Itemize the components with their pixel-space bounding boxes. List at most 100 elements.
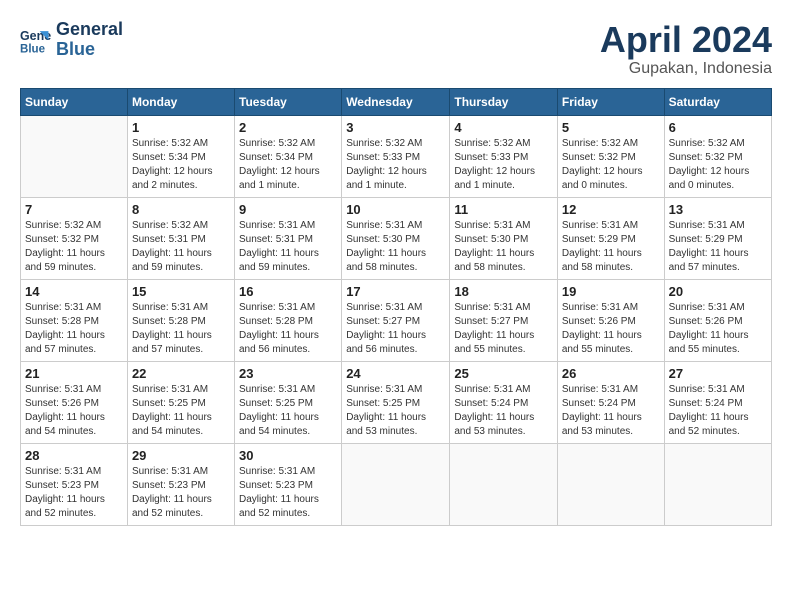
calendar-week-row: 14 Sunrise: 5:31 AMSunset: 5:28 PMDayligh… <box>21 279 772 361</box>
calendar-cell: 4 Sunrise: 5:32 AMSunset: 5:33 PMDaylight… <box>450 115 558 197</box>
day-number: 17 <box>346 284 445 299</box>
calendar-cell: 6Sunrise: 5:32 AMSunset: 5:32 PMDaylight… <box>664 115 771 197</box>
page-header: General Blue General Blue April 2024 Gup… <box>20 20 772 78</box>
col-header-thursday: Thursday <box>450 88 558 115</box>
logo-text-blue: Blue <box>56 40 123 60</box>
day-number: 9 <box>239 202 337 217</box>
calendar-cell: 22 Sunrise: 5:31 AMSunset: 5:25 PMDayligh… <box>127 361 234 443</box>
day-info: Sunrise: 5:31 AMSunset: 5:30 PMDaylight:… <box>454 219 553 275</box>
calendar-cell: 24 Sunrise: 5:31 AMSunset: 5:25 PMDayligh… <box>342 361 450 443</box>
day-info: Sunrise: 5:31 AMSunset: 5:24 PMDaylight:… <box>454 383 553 439</box>
calendar-cell: 19 Sunrise: 5:31 AMSunset: 5:26 PMDayligh… <box>557 279 664 361</box>
calendar-cell: 1Sunrise: 5:32 AMSunset: 5:34 PMDaylight… <box>127 115 234 197</box>
calendar-cell: 12 Sunrise: 5:31 AMSunset: 5:29 PMDayligh… <box>557 197 664 279</box>
logo-icon: General Blue <box>20 24 52 56</box>
day-info: Sunrise: 5:31 AMSunset: 5:31 PMDaylight:… <box>239 219 337 275</box>
day-number: 19 <box>562 284 660 299</box>
calendar-cell <box>664 443 771 525</box>
day-number: 16 <box>239 284 337 299</box>
day-info: Sunrise: 5:31 AMSunset: 5:29 PMDaylight:… <box>669 219 767 275</box>
calendar-cell: 25 Sunrise: 5:31 AMSunset: 5:24 PMDayligh… <box>450 361 558 443</box>
day-info: Sunrise: 5:31 AMSunset: 5:23 PMDaylight:… <box>132 465 230 521</box>
day-info: Sunrise: 5:31 AMSunset: 5:25 PMDaylight:… <box>346 383 445 439</box>
day-number: 12 <box>562 202 660 217</box>
day-number: 28 <box>25 448 123 463</box>
day-info: Sunrise: 5:32 AMSunset: 5:34 PMDaylight:… <box>239 137 337 193</box>
col-header-friday: Friday <box>557 88 664 115</box>
day-info: Sunrise: 5:31 AMSunset: 5:28 PMDaylight:… <box>239 301 337 357</box>
day-info: Sunrise: 5:31 AMSunset: 5:28 PMDaylight:… <box>132 301 230 357</box>
calendar-cell: 26 Sunrise: 5:31 AMSunset: 5:24 PMDayligh… <box>557 361 664 443</box>
calendar-cell: 20Sunrise: 5:31 AMSunset: 5:26 PMDayligh… <box>664 279 771 361</box>
day-info: Sunrise: 5:31 AMSunset: 5:25 PMDaylight:… <box>132 383 230 439</box>
day-number: 29 <box>132 448 230 463</box>
col-header-tuesday: Tuesday <box>235 88 342 115</box>
calendar-week-row: 1 Sunrise: 5:32 AMSunset: 5:34 PMDaylight… <box>21 115 772 197</box>
day-number: 6 <box>669 120 767 135</box>
day-number: 11 <box>454 202 553 217</box>
calendar-cell: 18 Sunrise: 5:31 AMSunset: 5:27 PMDayligh… <box>450 279 558 361</box>
calendar-cell <box>450 443 558 525</box>
col-header-monday: Monday <box>127 88 234 115</box>
day-number: 14 <box>25 284 123 299</box>
calendar-cell: 15 Sunrise: 5:31 AMSunset: 5:28 PMDayligh… <box>127 279 234 361</box>
day-info: Sunrise: 5:31 AMSunset: 5:23 PMDaylight:… <box>239 465 337 521</box>
location-subtitle: Gupakan, Indonesia <box>600 60 772 78</box>
day-info: Sunrise: 5:32 AMSunset: 5:32 PMDaylight:… <box>562 137 660 193</box>
day-info: Sunrise: 5:32 AMSunset: 5:33 PMDaylight:… <box>454 137 553 193</box>
day-number: 25 <box>454 366 553 381</box>
calendar-cell: 2 Sunrise: 5:32 AMSunset: 5:34 PMDaylight… <box>235 115 342 197</box>
calendar-cell: 29 Sunrise: 5:31 AMSunset: 5:23 PMDayligh… <box>127 443 234 525</box>
day-number: 4 <box>454 120 553 135</box>
day-info: Sunrise: 5:31 AMSunset: 5:28 PMDaylight:… <box>25 301 123 357</box>
calendar-cell <box>21 115 128 197</box>
day-info: Sunrise: 5:31 AMSunset: 5:29 PMDaylight:… <box>562 219 660 275</box>
day-info: Sunrise: 5:31 AMSunset: 5:23 PMDaylight:… <box>25 465 123 521</box>
day-number: 8 <box>132 202 230 217</box>
calendar-cell: 23 Sunrise: 5:31 AMSunset: 5:25 PMDayligh… <box>235 361 342 443</box>
day-number: 15 <box>132 284 230 299</box>
day-number: 1 <box>132 120 230 135</box>
calendar-week-row: 21Sunrise: 5:31 AMSunset: 5:26 PMDayligh… <box>21 361 772 443</box>
calendar-week-row: 28 Sunrise: 5:31 AMSunset: 5:23 PMDayligh… <box>21 443 772 525</box>
calendar-cell: 16 Sunrise: 5:31 AMSunset: 5:28 PMDayligh… <box>235 279 342 361</box>
day-number: 7 <box>25 202 123 217</box>
calendar-cell: 7 Sunrise: 5:32 AMSunset: 5:32 PMDaylight… <box>21 197 128 279</box>
calendar-cell: 10Sunrise: 5:31 AMSunset: 5:30 PMDayligh… <box>342 197 450 279</box>
day-number: 3 <box>346 120 445 135</box>
day-number: 24 <box>346 366 445 381</box>
day-info: Sunrise: 5:31 AMSunset: 5:27 PMDaylight:… <box>454 301 553 357</box>
day-number: 23 <box>239 366 337 381</box>
calendar-cell: 11 Sunrise: 5:31 AMSunset: 5:30 PMDayligh… <box>450 197 558 279</box>
day-info: Sunrise: 5:32 AMSunset: 5:31 PMDaylight:… <box>132 219 230 275</box>
day-info: Sunrise: 5:31 AMSunset: 5:24 PMDaylight:… <box>562 383 660 439</box>
col-header-saturday: Saturday <box>664 88 771 115</box>
day-number: 26 <box>562 366 660 381</box>
col-header-wednesday: Wednesday <box>342 88 450 115</box>
day-number: 30 <box>239 448 337 463</box>
calendar-cell: 28 Sunrise: 5:31 AMSunset: 5:23 PMDayligh… <box>21 443 128 525</box>
day-number: 2 <box>239 120 337 135</box>
calendar-cell: 17Sunrise: 5:31 AMSunset: 5:27 PMDayligh… <box>342 279 450 361</box>
calendar-cell: 5 Sunrise: 5:32 AMSunset: 5:32 PMDaylight… <box>557 115 664 197</box>
month-year-title: April 2024 <box>600 20 772 60</box>
day-info: Sunrise: 5:32 AMSunset: 5:32 PMDaylight:… <box>25 219 123 275</box>
day-number: 22 <box>132 366 230 381</box>
day-info: Sunrise: 5:31 AMSunset: 5:26 PMDaylight:… <box>669 301 767 357</box>
calendar-cell: 3 Sunrise: 5:32 AMSunset: 5:33 PMDaylight… <box>342 115 450 197</box>
title-block: April 2024 Gupakan, Indonesia <box>600 20 772 78</box>
day-number: 5 <box>562 120 660 135</box>
calendar-cell: 21Sunrise: 5:31 AMSunset: 5:26 PMDayligh… <box>21 361 128 443</box>
day-info: Sunrise: 5:31 AMSunset: 5:30 PMDaylight:… <box>346 219 445 275</box>
day-info: Sunrise: 5:31 AMSunset: 5:24 PMDaylight:… <box>669 383 767 439</box>
svg-text:Blue: Blue <box>20 43 46 55</box>
calendar-cell: 27Sunrise: 5:31 AMSunset: 5:24 PMDayligh… <box>664 361 771 443</box>
day-number: 18 <box>454 284 553 299</box>
calendar-cell: 9 Sunrise: 5:31 AMSunset: 5:31 PMDaylight… <box>235 197 342 279</box>
calendar-cell: 13Sunrise: 5:31 AMSunset: 5:29 PMDayligh… <box>664 197 771 279</box>
day-info: Sunrise: 5:31 AMSunset: 5:25 PMDaylight:… <box>239 383 337 439</box>
day-info: Sunrise: 5:31 AMSunset: 5:26 PMDaylight:… <box>562 301 660 357</box>
logo-text-general: General <box>56 20 123 40</box>
day-info: Sunrise: 5:32 AMSunset: 5:33 PMDaylight:… <box>346 137 445 193</box>
day-number: 21 <box>25 366 123 381</box>
